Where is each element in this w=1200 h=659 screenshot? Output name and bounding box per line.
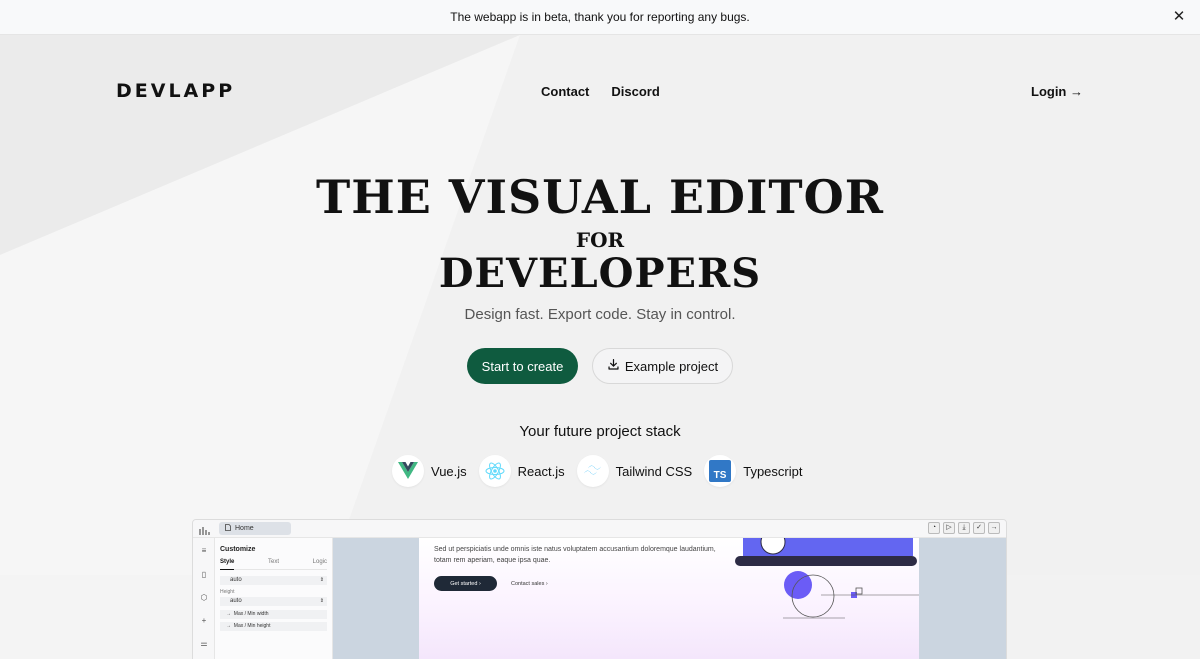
sliders-icon[interactable]: ⚌	[199, 639, 209, 649]
hero-title-line2: for	[575, 228, 625, 252]
stack-label-typescript: Typescript	[743, 463, 803, 479]
tab-text[interactable]: Text	[268, 559, 279, 565]
preview-page: Sed ut perspiciatis unde omnis iste natu…	[419, 538, 919, 659]
preview-paragraph: Sed ut perspiciatis unde omnis iste natu…	[434, 546, 716, 564]
plus-icon[interactable]: +	[199, 616, 209, 626]
menu-icon[interactable]: ≡	[199, 546, 209, 556]
tab-logic[interactable]: Logic	[313, 559, 327, 565]
height-label: Height	[220, 589, 235, 595]
max-min-width-label: Max / Min width	[233, 611, 269, 617]
max-min-width-row[interactable]: → Max / Min width	[220, 610, 327, 619]
stack-item-typescript: TS Typescript	[704, 455, 802, 487]
preview-topbar: Home ◔ ▷ ⤓ ✓ →	[193, 520, 1006, 538]
beta-banner: The webapp is in beta, thank you for rep…	[0, 0, 1200, 35]
stack-title: Your future project stack	[519, 423, 681, 440]
nav-contact[interactable]: Contact	[541, 84, 589, 99]
login-link[interactable]: Login →	[1031, 84, 1083, 99]
users-icon[interactable]: ◔	[928, 522, 940, 534]
customize-panel: Customize Style Text Logic auto Height a…	[215, 538, 333, 659]
preview-icon-rail: ≡ ▯ ⬡ + ⚌	[193, 538, 215, 659]
page-icon[interactable]: ▯	[199, 570, 209, 580]
stack-list: Vue.js React.js Tailwind CSS TS Typescri…	[392, 455, 802, 487]
preview-tab-home-label: Home	[235, 525, 254, 532]
stack-label-tailwind: Tailwind CSS	[615, 463, 693, 479]
stack-label-react: React.js	[517, 463, 565, 479]
svg-text:TS: TS	[714, 470, 727, 481]
hero-title-line1: The visual editor	[316, 170, 884, 224]
get-started-label: Get started	[450, 580, 478, 587]
customize-title: Customize	[220, 546, 256, 553]
arrow-right-icon[interactable]: →	[988, 522, 1000, 534]
example-project-button[interactable]: Example project	[592, 348, 733, 384]
preview-illustration	[735, 538, 919, 619]
stack-label-vue: Vue.js	[431, 463, 467, 479]
cube-icon[interactable]: ⬡	[199, 593, 209, 603]
tailwind-icon	[576, 455, 609, 487]
customize-tabs: Style Text Logic	[220, 559, 327, 570]
max-min-height-label: Max / Min height	[233, 623, 271, 629]
start-to-create-label: Start to create	[481, 358, 564, 374]
file-icon	[225, 524, 231, 533]
height-select[interactable]: auto	[220, 597, 327, 606]
typescript-icon: TS	[704, 455, 737, 487]
close-icon[interactable]: ✕	[1170, 8, 1188, 26]
example-project-label: Example project	[624, 358, 719, 374]
get-started-button[interactable]: Get started ›	[434, 576, 497, 591]
hero-title-line3: developers	[438, 250, 762, 297]
start-to-create-button[interactable]: Start to create	[467, 348, 578, 384]
play-icon[interactable]: ▷	[943, 522, 955, 534]
react-icon	[478, 455, 511, 487]
preview-toolbar: ◔ ▷ ⤓ ✓ →	[928, 522, 1000, 534]
contact-sales-link[interactable]: Contact sales ›	[511, 576, 548, 591]
check-icon[interactable]: ✓	[973, 522, 985, 534]
max-min-height-row[interactable]: → Max / Min height	[220, 622, 327, 631]
stack-item-tailwind: Tailwind CSS	[576, 455, 693, 487]
editor-preview: Home ◔ ▷ ⤓ ✓ → ≡ ▯ ⬡ + ⚌ Customize Style…	[192, 519, 1007, 659]
stack-item-react: React.js	[478, 455, 565, 487]
tab-style[interactable]: Style	[220, 559, 235, 570]
main-nav: Contact Discord	[541, 84, 660, 99]
logo[interactable]: DEVLAPP	[116, 80, 235, 102]
download-icon[interactable]: ⤓	[958, 522, 970, 534]
width-select[interactable]: auto	[220, 576, 327, 585]
preview-tab-home[interactable]: Home	[219, 522, 291, 535]
banner-message: The webapp is in beta, thank you for rep…	[450, 10, 750, 24]
download-icon	[607, 358, 620, 374]
nav-discord[interactable]: Discord	[611, 84, 659, 99]
stack-item-vue: Vue.js	[392, 455, 467, 487]
vue-icon	[392, 455, 424, 487]
contact-sales-label: Contact sales	[511, 580, 545, 587]
preview-canvas: Sed ut perspiciatis unde omnis iste natu…	[333, 538, 1006, 659]
hero-subtitle: Design fast. Export code. Stay in contro…	[464, 306, 736, 323]
